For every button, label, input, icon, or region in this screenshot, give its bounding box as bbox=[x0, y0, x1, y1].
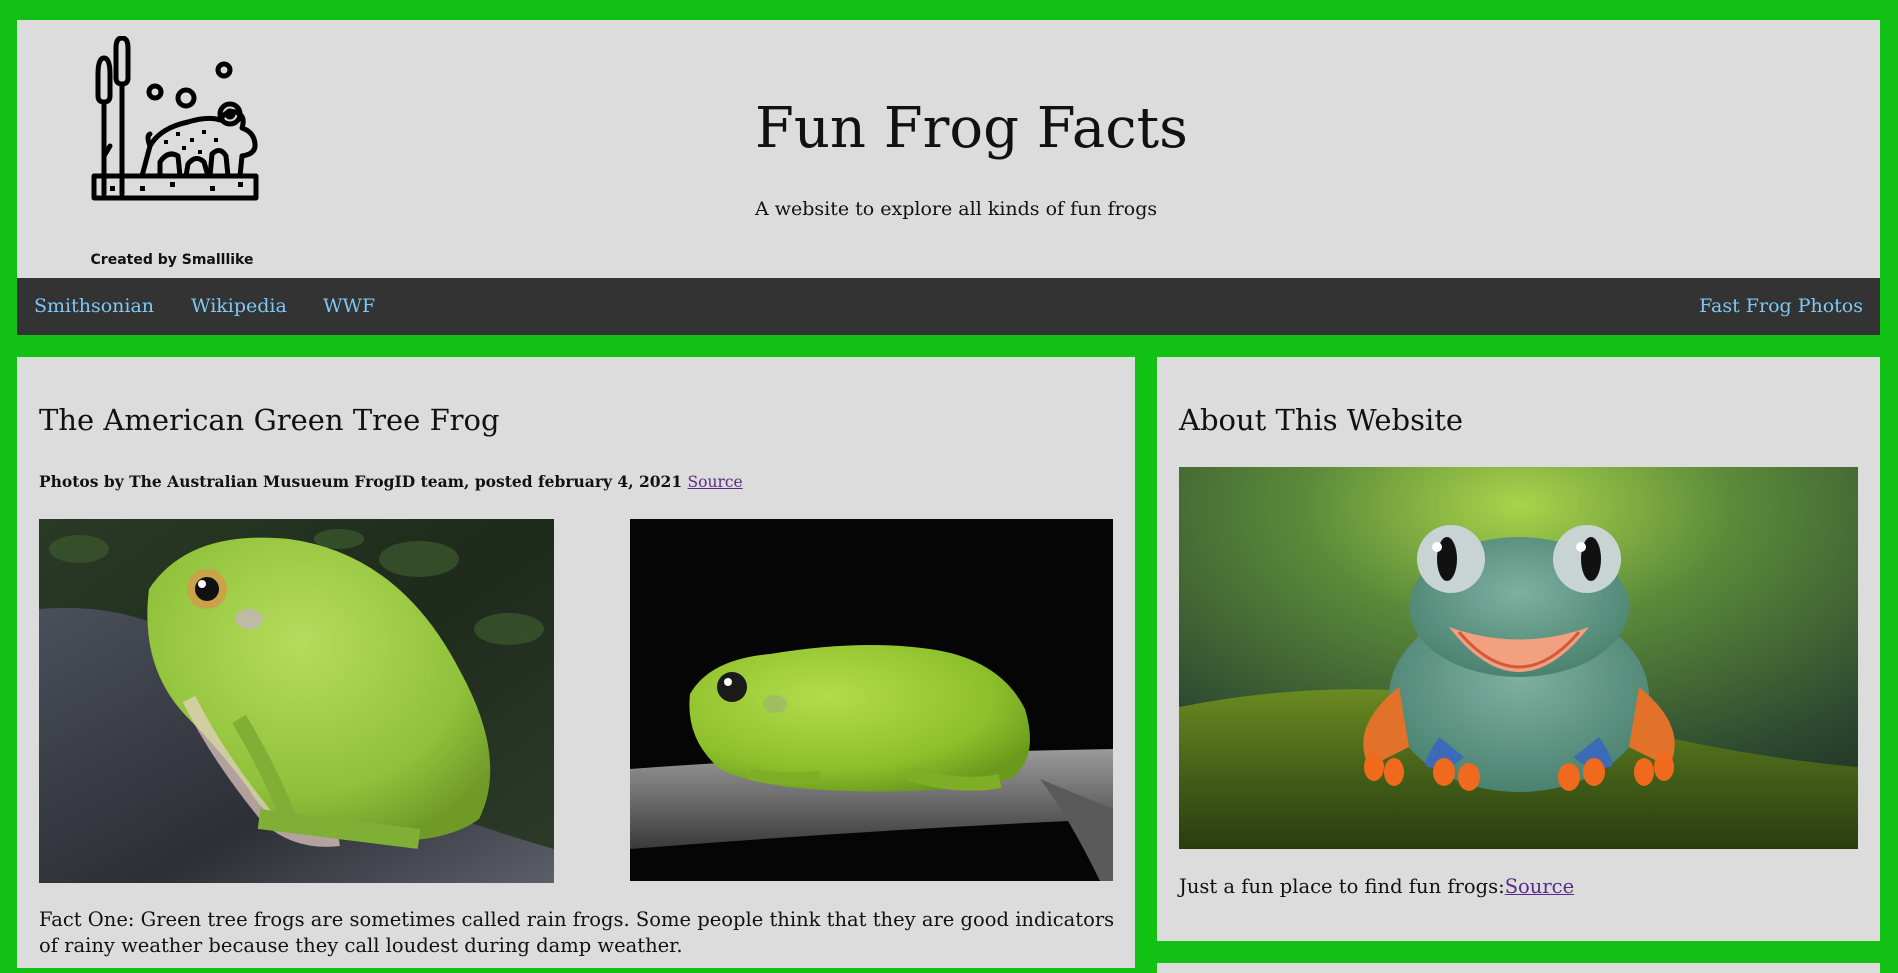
logo-credit: Created by Smalllike bbox=[90, 252, 254, 268]
site-title: Fun Frog Facts bbox=[755, 96, 1188, 161]
frog-logo-icon bbox=[91, 36, 259, 201]
article-card: The American Green Tree Frog Photos by T… bbox=[17, 357, 1135, 968]
frog-photo-2 bbox=[630, 519, 1113, 881]
about-text-body: Just a fun place to find fun frogs: bbox=[1179, 875, 1505, 898]
nav-link-fast-frog-photos[interactable]: Fast Frog Photos bbox=[1699, 295, 1863, 317]
about-text: Just a fun place to find fun frogs:Sourc… bbox=[1179, 875, 1574, 898]
article-fact: Fact One: Green tree frogs are sometimes… bbox=[39, 908, 1115, 957]
byline-text: Photos by The Australian Musueum FrogID … bbox=[39, 472, 683, 491]
next-sidebar-card bbox=[1157, 963, 1880, 973]
nav-link-smithsonian[interactable]: Smithsonian bbox=[34, 295, 154, 317]
about-title: About This Website bbox=[1179, 403, 1464, 437]
about-photo bbox=[1179, 467, 1858, 849]
nav-bar: Smithsonian Wikipedia WWF Fast Frog Phot… bbox=[17, 278, 1880, 335]
article-title: The American Green Tree Frog bbox=[39, 403, 500, 437]
about-source-link[interactable]: Source bbox=[1505, 875, 1574, 898]
site-header: Created by Smalllike Fun Frog Facts A we… bbox=[17, 20, 1880, 278]
frog-photo-1 bbox=[39, 519, 554, 883]
smiling-frog-photo bbox=[1179, 467, 1858, 849]
logo: Created by Smalllike bbox=[72, 36, 272, 276]
about-card: About This Website Just a fun place to f… bbox=[1157, 357, 1880, 941]
green-tree-frog-photo-2 bbox=[630, 519, 1113, 881]
green-tree-frog-photo-1 bbox=[39, 519, 554, 883]
nav-link-wwf[interactable]: WWF bbox=[323, 295, 375, 317]
article-source-link[interactable]: Source bbox=[688, 473, 743, 491]
site-tagline: A website to explore all kinds of fun fr… bbox=[755, 198, 1158, 220]
article-byline: Photos by The Australian Musueum FrogID … bbox=[39, 472, 743, 491]
nav-link-wikipedia[interactable]: Wikipedia bbox=[191, 295, 287, 317]
